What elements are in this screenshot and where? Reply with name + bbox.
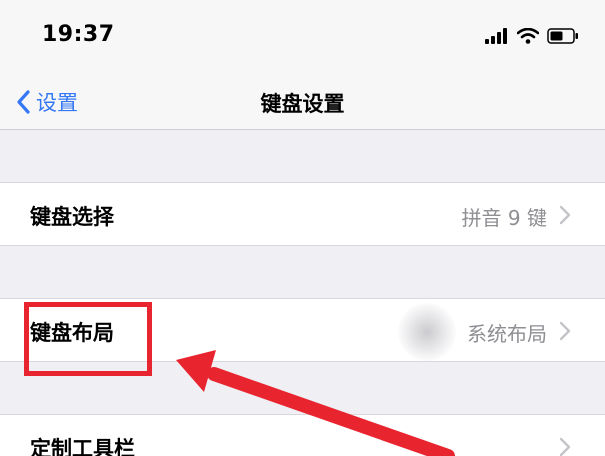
annotation-arrow-icon [176,350,455,456]
